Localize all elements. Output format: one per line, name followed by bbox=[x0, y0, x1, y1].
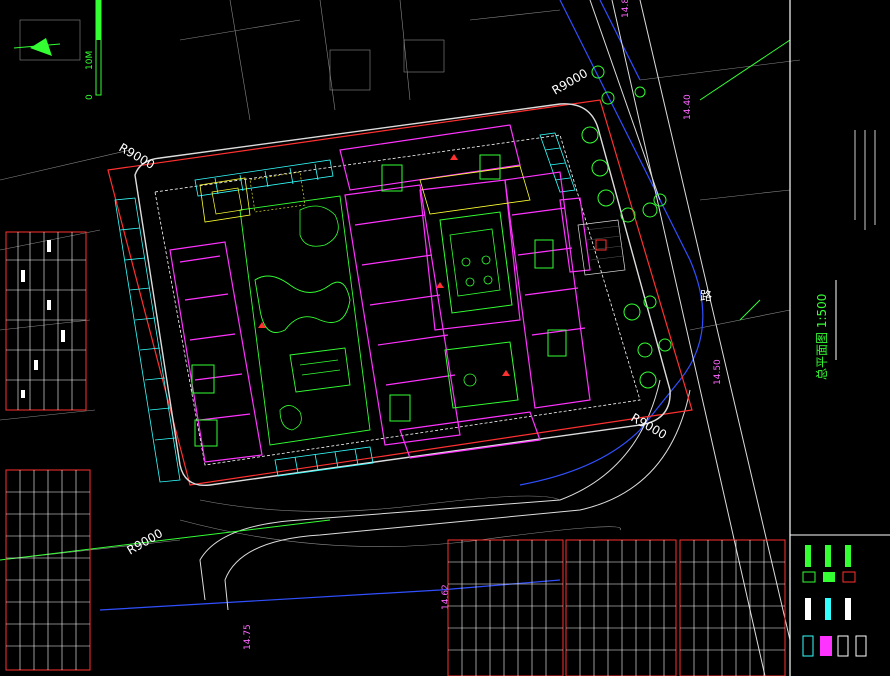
table-left-lower bbox=[5, 469, 91, 671]
scale-bar-label: 10M bbox=[85, 51, 95, 70]
road-label: 路 bbox=[700, 288, 712, 303]
site-plan-drawing: 10M 0 R9000 R9000 R9000 R9000 14.82 14.4… bbox=[0, 0, 890, 676]
scale-bar-zero: 0 bbox=[85, 94, 95, 100]
table-bottom-1 bbox=[447, 539, 564, 676]
elevation-label: 14.82 bbox=[621, 0, 631, 18]
building-center-east bbox=[504, 171, 591, 409]
title-block: 总平面图 1:500 bbox=[789, 0, 890, 676]
building-courtyard bbox=[419, 179, 521, 331]
elevation-label: 14.40 bbox=[683, 94, 693, 120]
elevation-labels: 14.82 14.40 14.62 14.75 14.50 bbox=[243, 0, 723, 650]
building-north bbox=[339, 124, 521, 191]
north-arrow-icon bbox=[13, 38, 61, 56]
elevation-label: 14.50 bbox=[713, 359, 723, 385]
radius-label-ne: R9000 bbox=[550, 66, 591, 98]
entrance-plaza bbox=[577, 219, 626, 276]
entrance-markers bbox=[258, 154, 510, 376]
trees bbox=[581, 65, 672, 389]
radius-label-sw: R9000 bbox=[125, 526, 166, 558]
scale-bar: 10M 0 bbox=[85, 0, 102, 100]
table-left-upper bbox=[5, 231, 87, 411]
site-boundary bbox=[107, 99, 693, 487]
table-bottom-2 bbox=[565, 539, 677, 676]
drawing-title: 总平面图 1:500 bbox=[815, 294, 829, 380]
legend bbox=[802, 545, 867, 657]
table-bottom-3 bbox=[679, 539, 786, 676]
courtyards bbox=[199, 165, 531, 446]
main-road bbox=[199, 0, 791, 676]
boundary-lines bbox=[99, 0, 704, 611]
radius-label-nw: R9000 bbox=[117, 140, 158, 172]
building-south bbox=[399, 411, 541, 459]
context-linework bbox=[0, 0, 801, 561]
buildings bbox=[169, 124, 591, 463]
elevation-label: 14.75 bbox=[243, 624, 253, 650]
green-reference-line bbox=[0, 39, 791, 561]
